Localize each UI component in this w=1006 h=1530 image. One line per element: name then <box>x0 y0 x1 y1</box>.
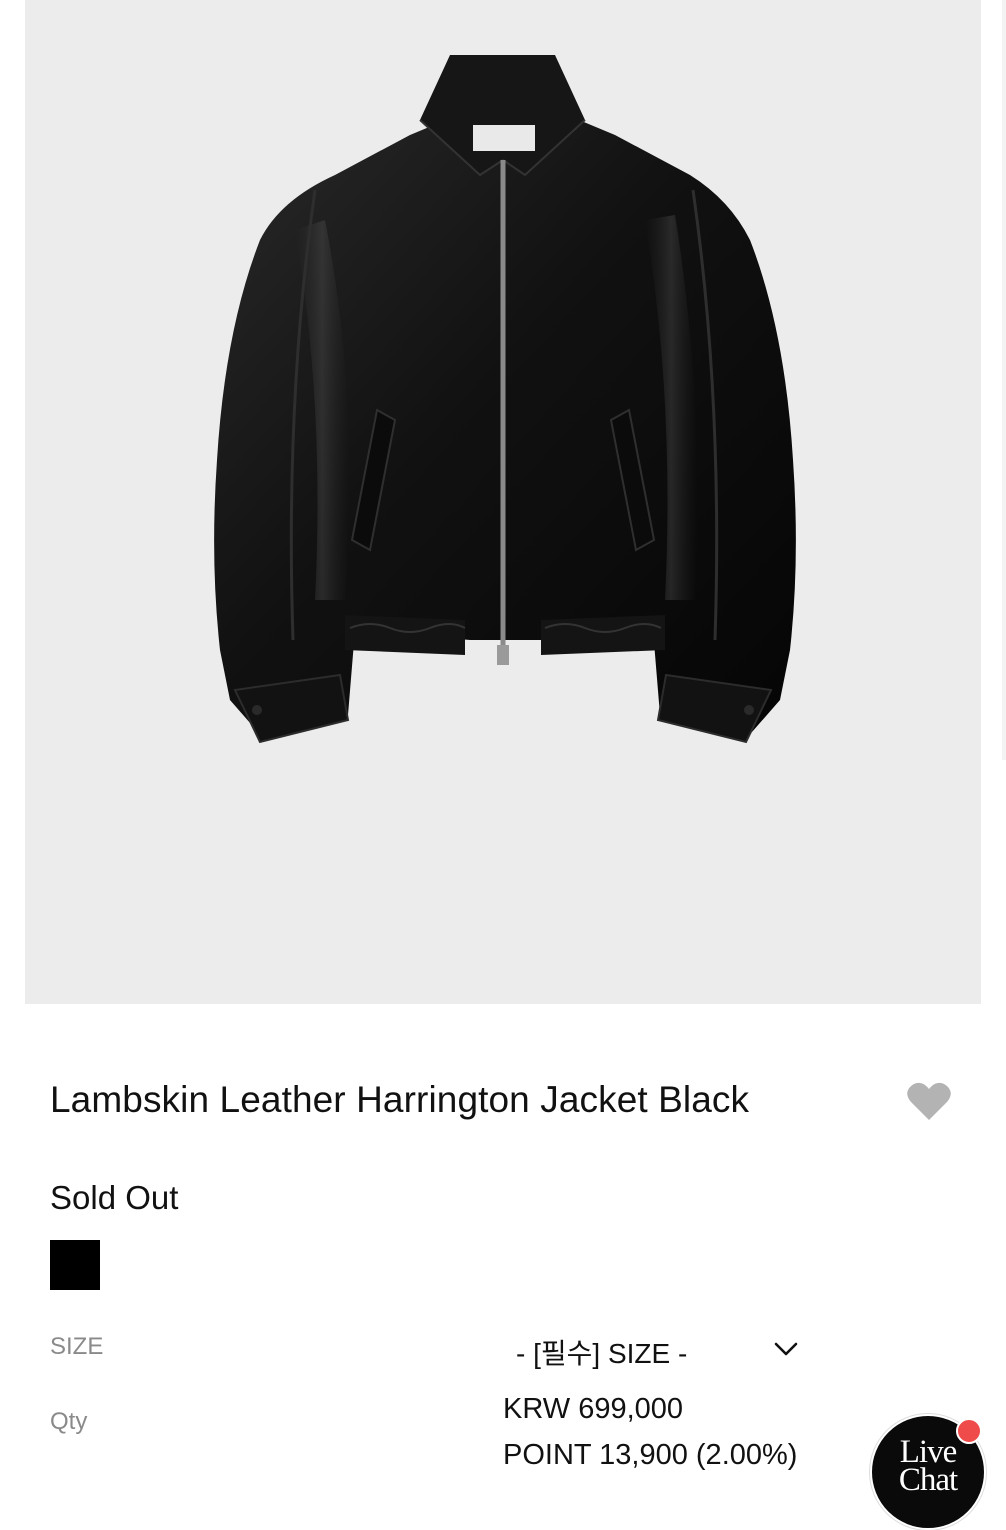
jacket-image <box>214 55 796 744</box>
chevron-down-icon <box>774 1342 798 1356</box>
wishlist-button[interactable] <box>906 1080 952 1122</box>
size-select[interactable]: - [필수] SIZE - <box>500 1322 810 1376</box>
live-chat-label-line2: Chat <box>898 1462 958 1498</box>
reward-points: POINT 13,900 (2.00%) <box>503 1439 798 1471</box>
notification-dot <box>956 1418 982 1444</box>
size-select-value: - [필수] SIZE - <box>516 1338 688 1369</box>
product-price: KRW 699,000 <box>503 1393 684 1425</box>
color-swatch-black[interactable] <box>50 1240 100 1290</box>
heart-icon <box>907 1082 951 1120</box>
qty-label: Qty <box>50 1408 88 1435</box>
stock-status: Sold Out <box>50 1179 179 1216</box>
live-chat-label: Live Chat <box>872 1436 984 1498</box>
scrollbar-track[interactable] <box>1002 0 1006 760</box>
live-chat-button[interactable]: Live Chat <box>870 1414 986 1530</box>
product-title: Lambskin Leather Harrington Jacket Black <box>50 1079 750 1120</box>
product-image[interactable] <box>25 0 981 1004</box>
size-label: SIZE <box>50 1333 104 1360</box>
